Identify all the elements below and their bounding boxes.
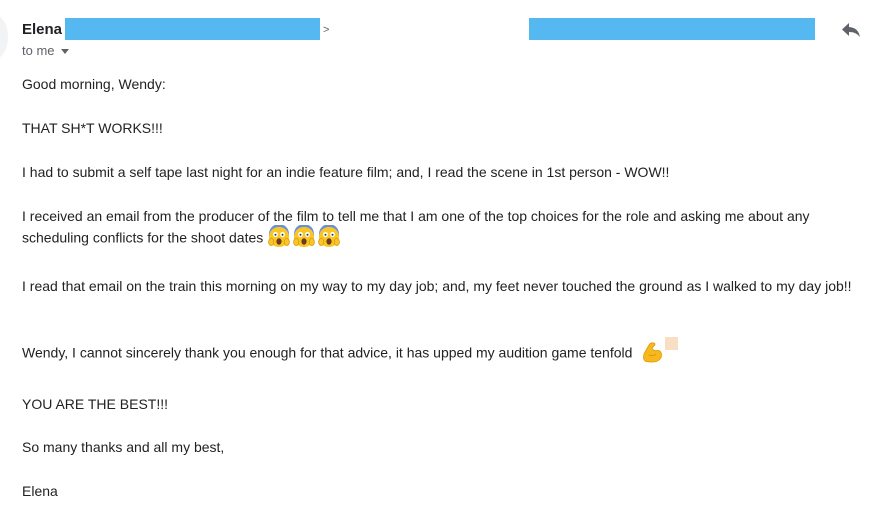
reply-button[interactable] — [839, 19, 863, 41]
signature: Elena — [22, 483, 58, 499]
chevron-down-icon — [60, 49, 69, 54]
emoji-group-2 — [640, 337, 679, 364]
closing-line: So many thanks and all my best, — [22, 439, 225, 455]
reply-arrow-icon — [842, 23, 860, 37]
body-paragraph-5: Wendy, I cannot sincerely thank you enou… — [22, 337, 880, 366]
recipient-details-toggle[interactable]: to me — [22, 43, 69, 58]
skin-tone-modifier-box — [665, 337, 679, 350]
body-line-4: I read that email on the train this morn… — [22, 278, 852, 294]
greeting: Good morning, Wendy: — [22, 76, 166, 92]
body-paragraph-3: I received an email from the producer of… — [22, 206, 880, 251]
face-screaming-in-fear-emoji — [293, 225, 316, 247]
message-header: Elena > to me — [22, 18, 872, 64]
sender-name[interactable]: Elena — [22, 21, 62, 38]
sender-line: Elena > — [22, 18, 329, 40]
flexed-biceps-emoji — [643, 342, 663, 363]
redacted-sender-email — [65, 18, 321, 40]
recipient-label: to me — [22, 43, 55, 58]
face-screaming-in-fear-emoji — [268, 225, 291, 247]
body-line-2: I had to submit a self tape last night f… — [22, 164, 670, 180]
body-line-3: I received an email from the producer of… — [22, 208, 810, 246]
body-line-5: Wendy, I cannot sincerely thank you enou… — [22, 344, 633, 361]
avatar — [0, 14, 8, 60]
emoji-group — [268, 225, 341, 249]
body-line-1: THAT SH*T WORKS!!! — [22, 120, 163, 136]
email-bracket: > — [323, 24, 330, 36]
redacted-timestamp — [529, 18, 815, 40]
face-screaming-in-fear-emoji — [318, 225, 341, 247]
body-line-6: YOU ARE THE BEST!!! — [22, 396, 169, 412]
